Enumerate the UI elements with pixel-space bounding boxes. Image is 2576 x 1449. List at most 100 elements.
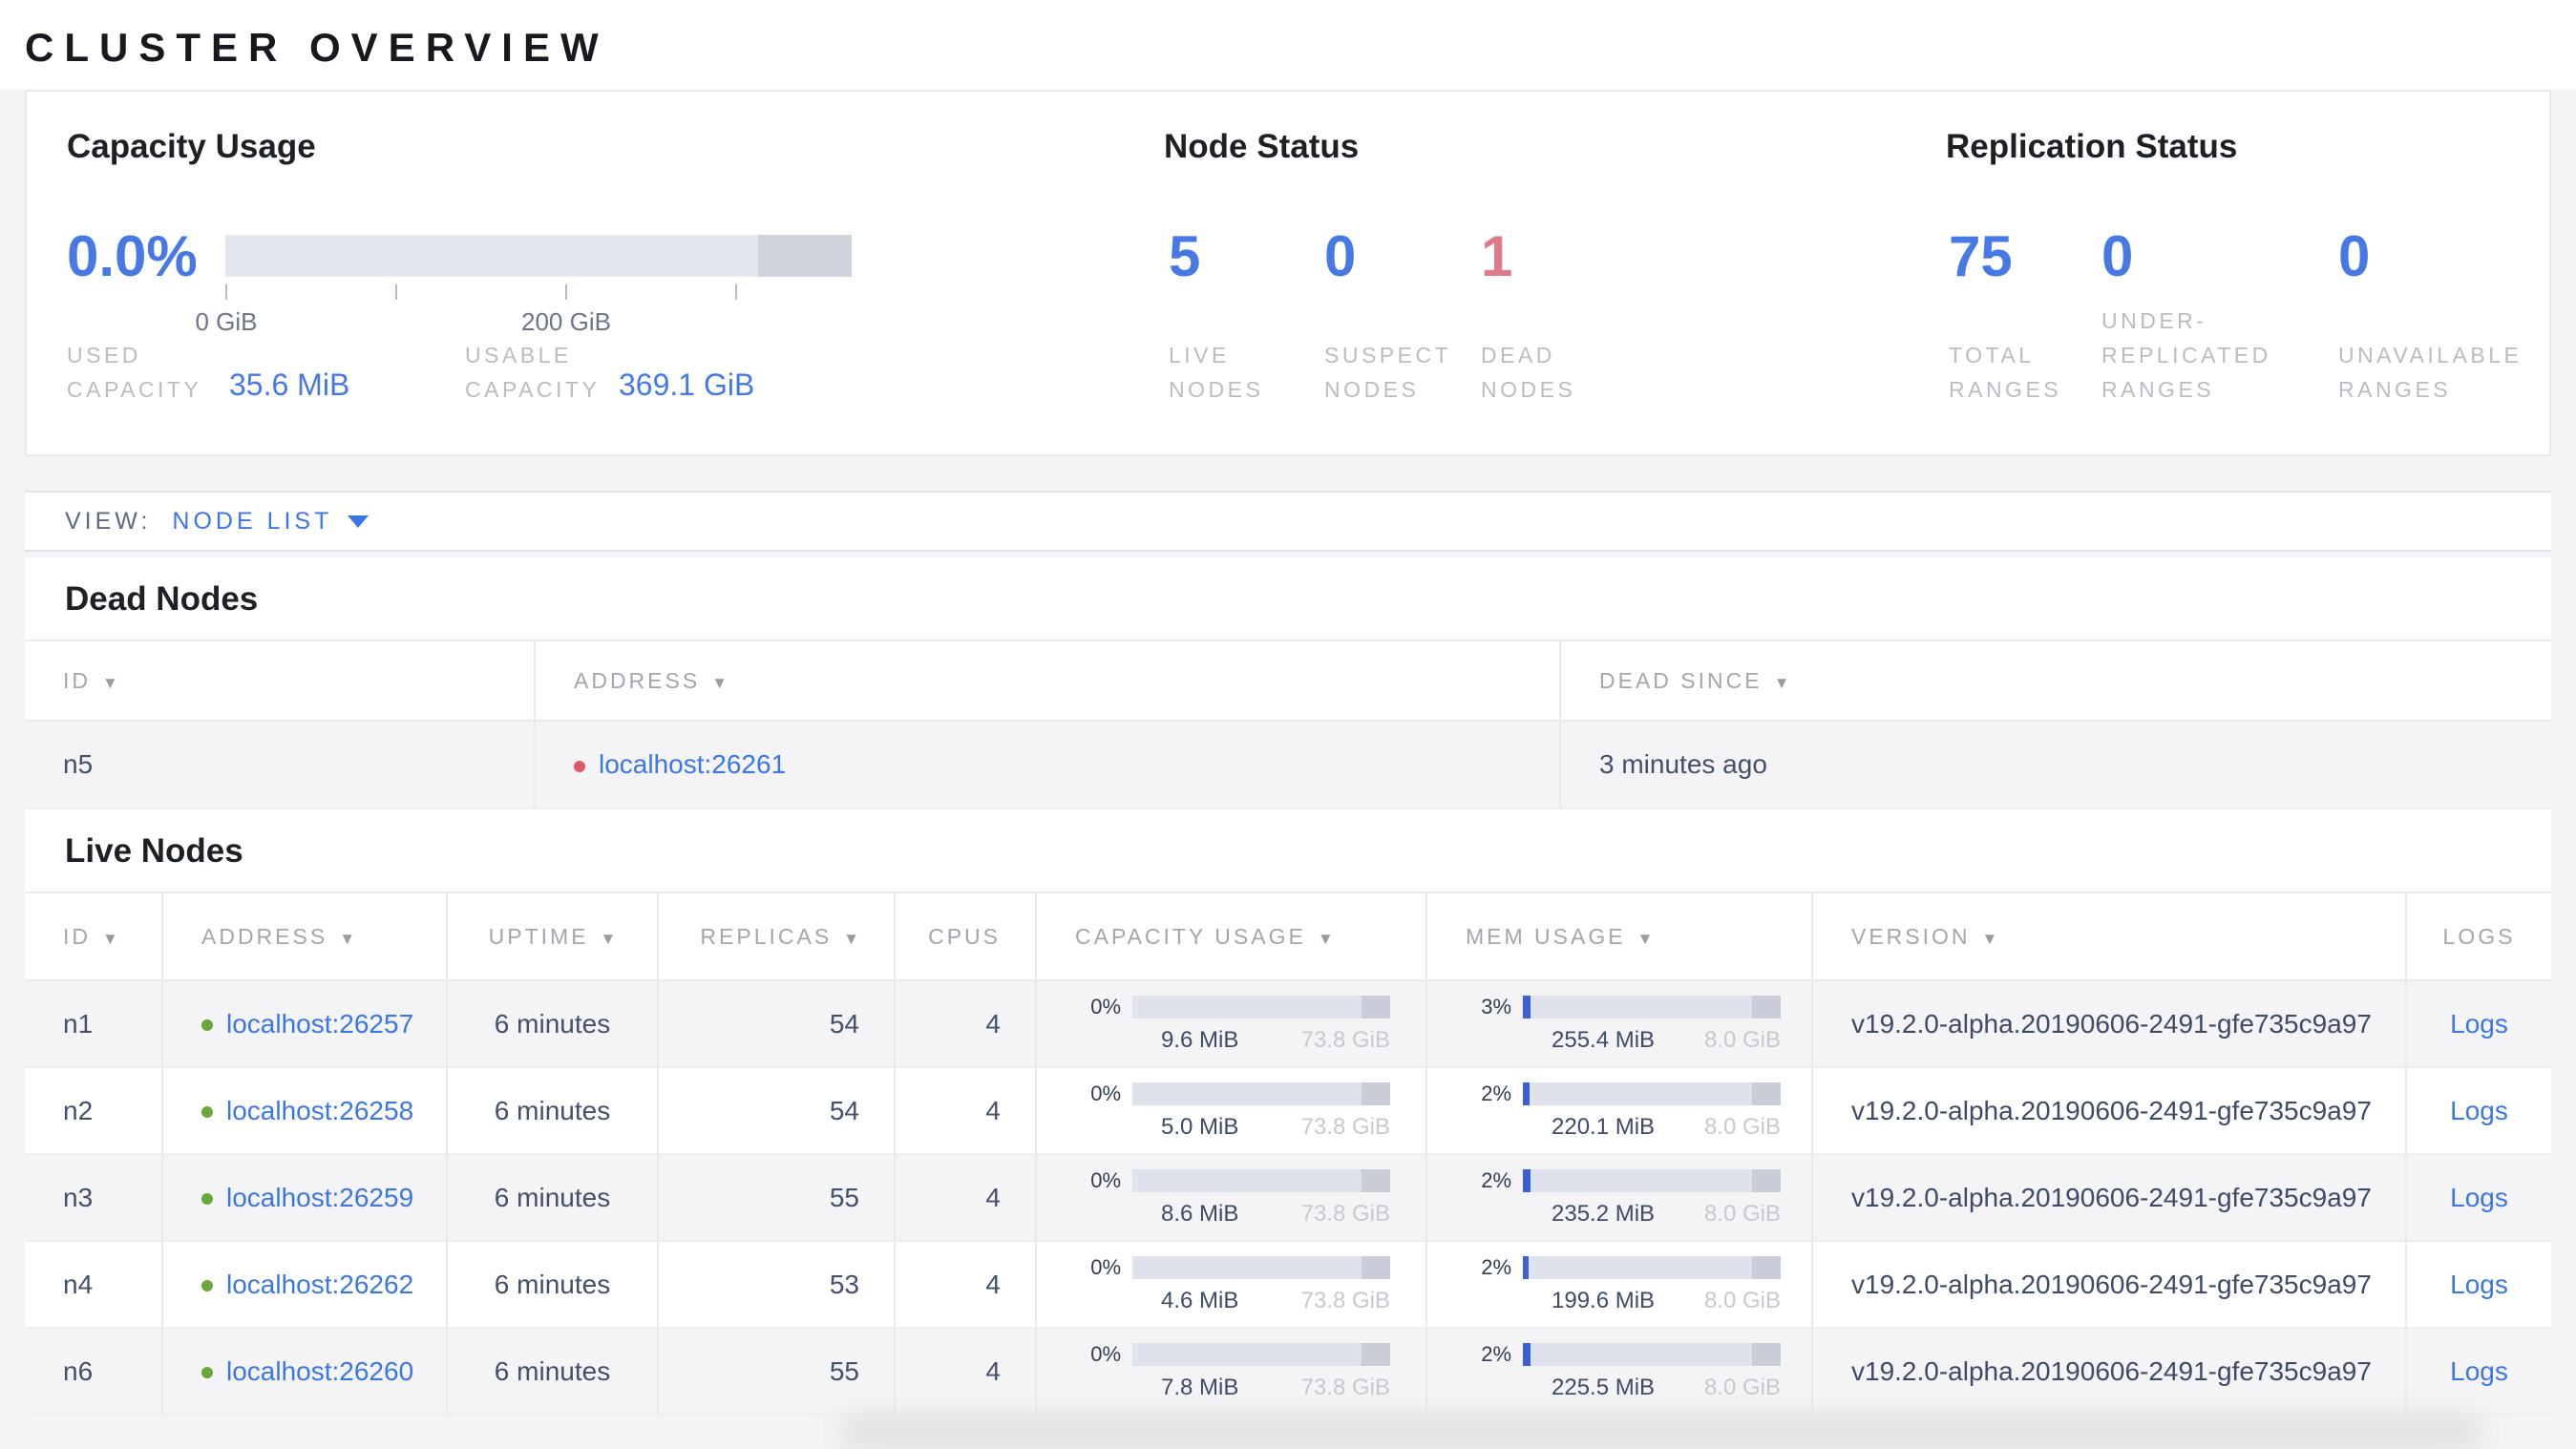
node-address-link[interactable]: localhost:26262 <box>226 1270 413 1299</box>
cpus-value: 4 <box>895 980 1037 1067</box>
table-row: n2 localhost:26258 6 minutes 54 4 0% 5.0… <box>25 1067 2551 1154</box>
node-address-link[interactable]: localhost:26260 <box>226 1356 413 1386</box>
node-address-link[interactable]: localhost:26257 <box>226 1009 413 1039</box>
node-address-link[interactable]: localhost:26261 <box>599 749 786 779</box>
live-col-address[interactable]: ADDRESS <box>162 892 448 981</box>
replicas-value: 55 <box>658 1154 896 1241</box>
unavailable-ranges-label: UNAVAILABLE RANGES <box>2338 343 2523 402</box>
table-row: n4 localhost:26262 6 minutes 53 4 0% 4.6… <box>25 1241 2551 1328</box>
suspect-nodes-count: 0 <box>1324 224 1357 288</box>
cpus-value: 4 <box>895 1067 1037 1154</box>
version-value: v19.2.0-alpha.20190606-2491-gfe735c9a97 <box>1812 980 2407 1067</box>
node-id: n3 <box>25 1154 163 1241</box>
view-dropdown-value: NODE LIST <box>172 507 333 535</box>
usable-capacity-value: 369.1 GiB <box>619 368 755 402</box>
live-col-id[interactable]: ID <box>25 892 163 981</box>
under-replicated-count: 0 <box>2101 224 2134 288</box>
table-row: n6 localhost:26260 6 minutes 55 4 0% 7.8… <box>25 1328 2551 1415</box>
header-band: CLUSTER OVERVIEW <box>0 0 2576 90</box>
node-id: n1 <box>25 980 163 1067</box>
total-ranges-label: TOTAL RANGES <box>1949 343 2062 402</box>
live-col-replicas[interactable]: REPLICAS <box>658 892 896 981</box>
cluster-overview-page: CLUSTER OVERVIEW Capacity Usage 0.0% 0 G… <box>0 0 2576 1449</box>
axis-tick <box>395 284 397 300</box>
live-col-cpus[interactable]: CPUS <box>895 892 1037 981</box>
capacity-used-percent: 0.0% <box>67 224 198 288</box>
usable-capacity-label: USABLE CAPACITY <box>465 343 601 402</box>
live-col-capacity-usage[interactable]: CAPACITY USAGE <box>1036 892 1427 981</box>
dead-nodes-count: 1 <box>1481 224 1513 288</box>
dead-table-header-row: ID ADDRESS DEAD SINCE <box>25 640 2551 722</box>
version-value: v19.2.0-alpha.20190606-2491-gfe735c9a97 <box>1812 1067 2407 1154</box>
axis-tick-label: 200 GiB <box>521 307 611 336</box>
uptime-value: 6 minutes <box>447 1241 659 1328</box>
node-id: n2 <box>25 1067 163 1154</box>
live-nodes-label: LIVE NODES <box>1169 343 1264 402</box>
live-status-dot-icon <box>201 1019 213 1032</box>
uptime-value: 6 minutes <box>447 1067 659 1154</box>
node-id: n4 <box>25 1241 163 1328</box>
table-row: n1 localhost:26257 6 minutes 54 4 0% 9.6… <box>25 980 2551 1067</box>
nodes-panel: Dead Nodes ID ADDRESS DEAD SINCE n5 loca… <box>25 557 2551 1415</box>
axis-tick <box>565 284 567 300</box>
uptime-value: 6 minutes <box>447 980 659 1067</box>
logs-link[interactable]: Logs <box>2450 1356 2508 1386</box>
capacity-usage-meter: 0% 9.6 MiB 73.8 GiB <box>1090 994 1390 1053</box>
logs-link[interactable]: Logs <box>2450 1096 2508 1125</box>
mem-usage-meter: 2% 199.6 MiB 8.0 GiB <box>1481 1254 1781 1313</box>
page-title: CLUSTER OVERVIEW <box>25 25 609 70</box>
under-replicated-label: UNDER-REPLICATED RANGES <box>2101 308 2271 402</box>
logs-link[interactable]: Logs <box>2450 1009 2508 1039</box>
version-value: v19.2.0-alpha.20190606-2491-gfe735c9a97 <box>1812 1154 2407 1241</box>
cpus-value: 4 <box>895 1241 1037 1328</box>
live-col-uptime[interactable]: UPTIME <box>447 892 659 981</box>
view-label: VIEW: <box>65 507 152 535</box>
live-status-dot-icon <box>201 1280 213 1292</box>
logs-link[interactable]: Logs <box>2450 1270 2508 1299</box>
live-status-dot-icon <box>201 1367 213 1379</box>
live-status-dot-icon <box>201 1106 213 1119</box>
live-nodes-table: ID ADDRESS UPTIME REPLICAS CPUS CAPACITY… <box>25 892 2551 1416</box>
cpus-value: 4 <box>895 1154 1037 1241</box>
node-id: n6 <box>25 1328 163 1415</box>
uptime-value: 6 minutes <box>447 1328 659 1415</box>
dead-nodes-heading: Dead Nodes <box>65 580 259 618</box>
live-col-logs[interactable]: LOGS <box>2406 892 2551 981</box>
node-address-link[interactable]: localhost:26259 <box>226 1183 413 1212</box>
capacity-usage-title: Capacity Usage <box>67 128 316 165</box>
cluster-summary-card: Capacity Usage 0.0% 0 GiB 200 GiB USED C… <box>25 90 2551 456</box>
below-fold-shadow <box>840 1417 2482 1449</box>
suspect-nodes-label: SUSPECT NODES <box>1324 343 1451 402</box>
replicas-value: 54 <box>658 980 896 1067</box>
dead-col-address[interactable]: ADDRESS <box>535 640 1561 722</box>
live-col-mem-usage[interactable]: MEM USAGE <box>1426 892 1813 981</box>
live-col-version[interactable]: VERSION <box>1812 892 2407 981</box>
axis-tick-label: 0 GiB <box>195 307 258 336</box>
dead-col-dead-since[interactable]: DEAD SINCE <box>1560 640 2551 722</box>
capacity-usage-meter: 0% 8.6 MiB 73.8 GiB <box>1090 1167 1390 1227</box>
live-nodes-count: 5 <box>1169 224 1201 288</box>
view-dropdown[interactable]: NODE LIST <box>172 507 370 536</box>
replication-status-title: Replication Status <box>1946 128 2238 165</box>
mem-usage-meter: 3% 255.4 MiB 8.0 GiB <box>1481 994 1781 1053</box>
version-value: v19.2.0-alpha.20190606-2491-gfe735c9a97 <box>1812 1328 2407 1415</box>
replicas-value: 54 <box>658 1067 896 1154</box>
capacity-usage-bar <box>225 235 852 277</box>
chevron-down-icon <box>348 514 370 528</box>
version-value: v19.2.0-alpha.20190606-2491-gfe735c9a97 <box>1812 1241 2407 1328</box>
used-capacity-value: 35.6 MiB <box>229 368 350 402</box>
logs-link[interactable]: Logs <box>2450 1183 2508 1212</box>
mem-usage-meter: 2% 235.2 MiB 8.0 GiB <box>1481 1167 1781 1227</box>
node-address-link[interactable]: localhost:26258 <box>226 1096 413 1125</box>
dead-nodes-label: DEAD NODES <box>1481 343 1576 402</box>
replicas-value: 53 <box>658 1241 896 1328</box>
dead-nodes-table: ID ADDRESS DEAD SINCE n5 localhost:26261… <box>25 640 2551 809</box>
live-nodes-heading: Live Nodes <box>65 832 243 870</box>
capacity-usage-meter: 0% 5.0 MiB 73.8 GiB <box>1090 1081 1390 1140</box>
view-bar: VIEW: NODE LIST <box>25 491 2551 552</box>
unavailable-ranges-count: 0 <box>2338 224 2371 288</box>
capacity-usage-meter: 0% 4.6 MiB 73.8 GiB <box>1090 1254 1390 1313</box>
dead-col-id[interactable]: ID <box>25 640 536 722</box>
node-id: n5 <box>25 721 536 808</box>
uptime-value: 6 minutes <box>447 1154 659 1241</box>
